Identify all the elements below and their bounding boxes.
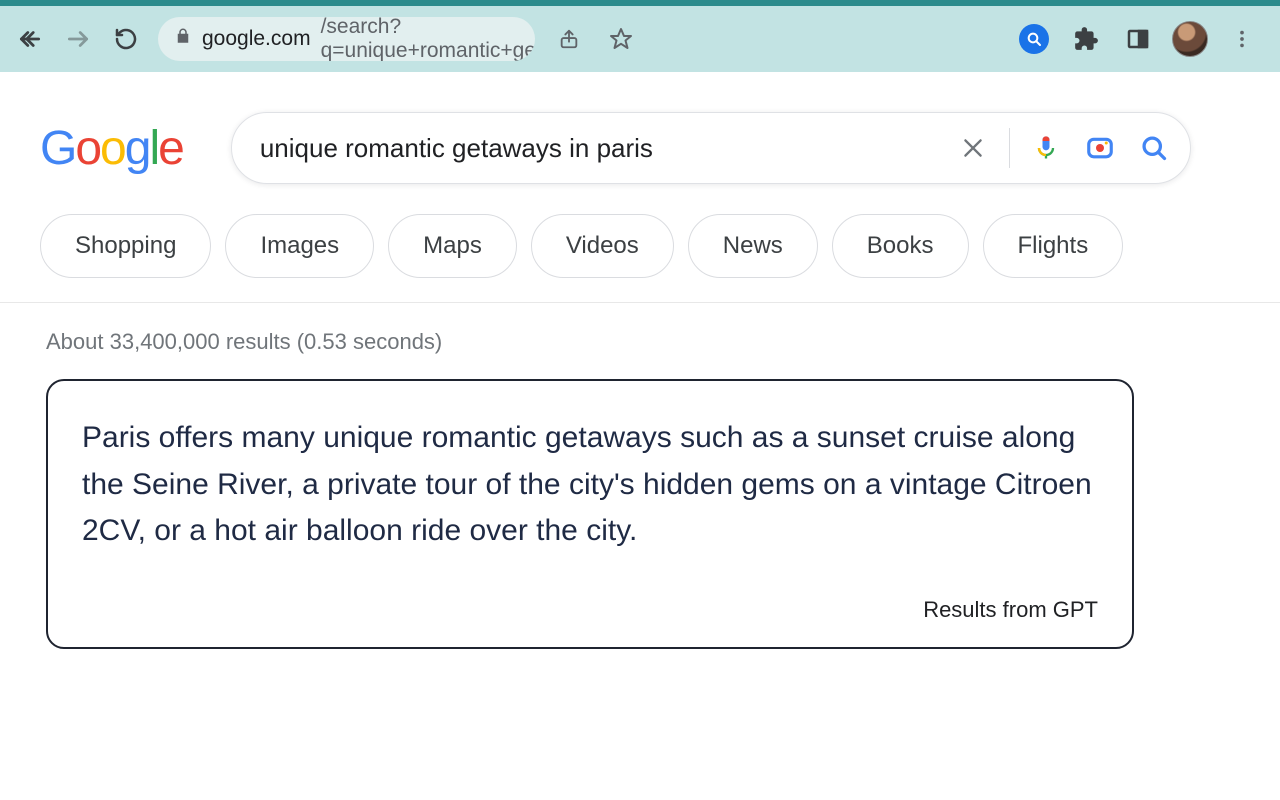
tab-shopping[interactable]: Shopping (40, 214, 211, 278)
tab-label: News (723, 232, 783, 260)
lock-icon (174, 27, 192, 51)
google-logo[interactable]: Google (40, 121, 183, 176)
share-icon[interactable] (551, 21, 587, 57)
reload-button[interactable] (110, 23, 142, 55)
gpt-answer-card: Paris offers many unique romantic getawa… (46, 379, 1134, 649)
url-path: /search?q=unique+romantic+getaw… (321, 17, 535, 61)
tab-label: Maps (423, 232, 482, 260)
tab-label: Images (260, 232, 339, 260)
tab-label: Shopping (75, 232, 176, 260)
extensions-puzzle-icon[interactable] (1068, 21, 1104, 57)
search-tabs: Shopping Images Maps Videos News Books F… (0, 184, 1280, 303)
address-bar[interactable]: google.com/search?q=unique+romantic+geta… (158, 17, 535, 61)
tab-images[interactable]: Images (225, 214, 374, 278)
tab-videos[interactable]: Videos (531, 214, 674, 278)
panel-icon[interactable] (1120, 21, 1156, 57)
tab-label: Books (867, 232, 934, 260)
kebab-menu-icon[interactable] (1224, 21, 1260, 57)
results-area: About 33,400,000 results (0.53 seconds) … (0, 303, 1280, 649)
lens-search-icon[interactable] (1082, 130, 1118, 166)
tab-maps[interactable]: Maps (388, 214, 517, 278)
tab-news[interactable]: News (688, 214, 818, 278)
search-submit-icon[interactable] (1136, 130, 1172, 166)
clear-search-icon[interactable] (955, 130, 991, 166)
gpt-answer-text: Paris offers many unique romantic getawa… (82, 415, 1098, 555)
tab-flights[interactable]: Flights (983, 214, 1124, 278)
browser-toolbar: google.com/search?q=unique+romantic+geta… (0, 0, 1280, 72)
search-divider (1009, 128, 1010, 168)
search-box (231, 112, 1191, 184)
gpt-attribution: Results from GPT (82, 597, 1098, 623)
tab-books[interactable]: Books (832, 214, 969, 278)
forward-button[interactable] (62, 23, 94, 55)
voice-search-icon[interactable] (1028, 130, 1064, 166)
tab-label: Flights (1018, 232, 1089, 260)
search-header: Google (0, 72, 1280, 184)
tab-label: Videos (566, 232, 639, 260)
extension-search-icon[interactable] (1016, 21, 1052, 57)
bookmark-star-icon[interactable] (603, 21, 639, 57)
back-button[interactable] (14, 23, 46, 55)
result-stats: About 33,400,000 results (0.53 seconds) (46, 329, 1240, 355)
url-host: google.com (202, 27, 311, 51)
search-input[interactable] (260, 133, 937, 164)
profile-avatar[interactable] (1172, 21, 1208, 57)
